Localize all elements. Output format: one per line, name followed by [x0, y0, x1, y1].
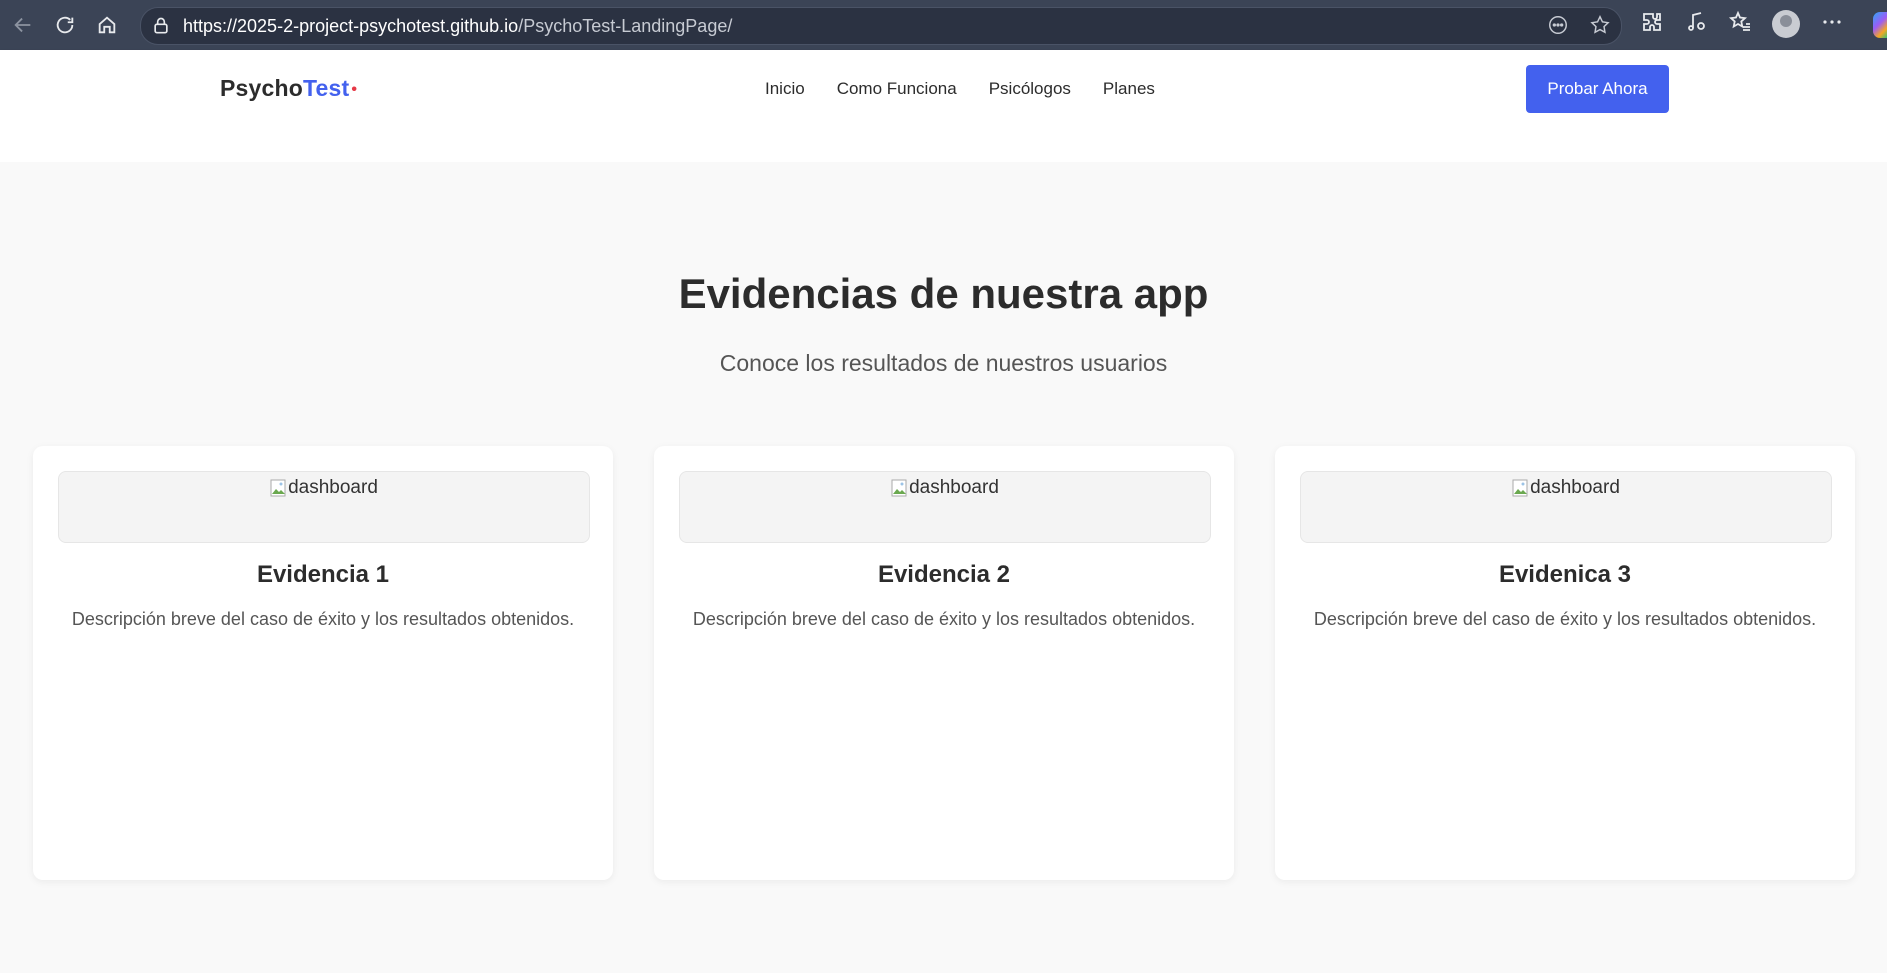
image-alt-text: dashboard	[909, 477, 999, 498]
url-text[interactable]: https://2025-2-project-psychotest.github…	[183, 16, 732, 37]
logo-text-test: Test	[303, 75, 350, 101]
evidence-image: dashboard	[1300, 471, 1832, 543]
back-icon[interactable]	[8, 10, 38, 40]
image-alt-text: dashboard	[288, 477, 378, 498]
image-alt-text: dashboard	[1530, 477, 1620, 498]
main-nav: Inicio Como Funciona Psicólogos Planes	[765, 79, 1155, 99]
evidence-image: dashboard	[58, 471, 590, 543]
card-description: Descripción breve del caso de éxito y lo…	[1313, 609, 1817, 629]
card-description: Descripción breve del caso de éxito y lo…	[692, 609, 1196, 629]
section-divider	[0, 128, 1887, 162]
nav-link-planes[interactable]: Planes	[1103, 79, 1155, 99]
card-title: Evidencia 2	[877, 561, 1011, 588]
broken-image-icon	[891, 479, 907, 497]
lock-icon[interactable]	[151, 16, 171, 36]
nav-link-como-funciona[interactable]: Como Funciona	[837, 79, 957, 99]
extensions-icon[interactable]	[1640, 10, 1664, 34]
evidence-card: dashboard Evidenica 3 Descripción breve …	[1275, 446, 1855, 880]
media-icon[interactable]	[1684, 10, 1708, 34]
nav-link-psicologos[interactable]: Psicólogos	[989, 79, 1071, 99]
profile-avatar[interactable]	[1772, 10, 1800, 38]
site-header: PsychoTest • Inicio Como Funciona Psicólo…	[0, 50, 1887, 128]
try-now-button[interactable]: Probar Ahora	[1526, 65, 1669, 113]
broken-image-icon	[270, 479, 286, 497]
evidence-card: dashboard Evidencia 2 Descripción breve …	[654, 446, 1234, 880]
browser-toolbar: https://2025-2-project-psychotest.github…	[0, 0, 1887, 50]
evidence-card: dashboard Evidencia 1 Descripción breve …	[33, 446, 613, 880]
home-icon[interactable]	[92, 10, 122, 40]
broken-image-icon	[1512, 479, 1528, 497]
nav-link-inicio[interactable]: Inicio	[765, 79, 805, 99]
logo-text-psycho: Psycho	[220, 75, 304, 101]
card-title: Evidencia 1	[256, 561, 390, 588]
section-subtitle: Conoce los resultados de nuestros usuari…	[719, 350, 1168, 376]
address-bar[interactable]: https://2025-2-project-psychotest.github…	[140, 7, 1622, 45]
favorites-icon[interactable]	[1728, 10, 1752, 34]
section-title: Evidencias de nuestra app	[678, 270, 1209, 317]
site-logo[interactable]: PsychoTest •	[220, 75, 357, 102]
refresh-icon[interactable]	[50, 10, 80, 40]
favorite-star-icon[interactable]	[1589, 14, 1611, 36]
evidence-image: dashboard	[679, 471, 1211, 543]
card-title: Evidenica 3	[1498, 561, 1632, 588]
page-viewport: PsychoTest • Inicio Como Funciona Psicólo…	[0, 50, 1887, 973]
card-description: Descripción breve del caso de éxito y lo…	[71, 609, 575, 629]
more-menu-icon[interactable]	[1820, 10, 1844, 34]
more-options-circle-icon[interactable]	[1547, 14, 1569, 36]
copilot-icon[interactable]	[1873, 12, 1887, 38]
logo-dot: •	[351, 81, 358, 98]
